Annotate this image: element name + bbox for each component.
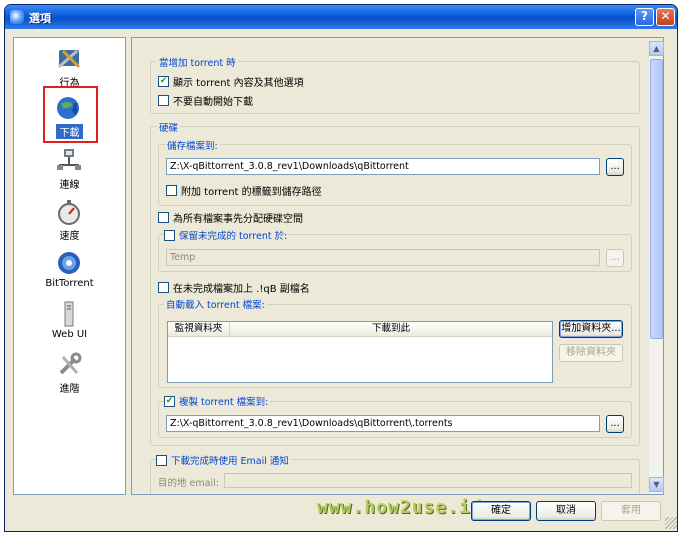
keep-incomplete-checkbox[interactable]: 保留未完成的 torrent 於: <box>164 228 290 242</box>
scroll-up-button[interactable]: ▲ <box>649 41 664 56</box>
vertical-scrollbar[interactable]: ▲ ▼ <box>648 41 664 494</box>
wrench-icon <box>59 352 82 375</box>
resize-grip[interactable] <box>665 517 677 529</box>
copy-torrent-browse-button[interactable]: ... <box>606 415 624 433</box>
checkbox-label: 為所有檔案事先分配硬碟空間 <box>173 214 303 225</box>
column-header-download-here[interactable]: 下載到此 <box>230 322 552 337</box>
append-qb-extension-checkbox[interactable]: 在未完成檔案加上 .!qB 副檔名 <box>158 280 310 295</box>
column-header-watched-folder[interactable]: 監視資料夾 <box>168 322 230 337</box>
checkbox-label: 下載完成時使用 Email 通知 <box>171 456 289 467</box>
no-autostart-checkbox[interactable]: 不要自動開始下載 <box>158 93 253 108</box>
tools-icon <box>58 49 81 69</box>
stopwatch-icon <box>58 200 80 225</box>
watched-folders-table[interactable]: 監視資料夾 下載到此 <box>167 321 553 383</box>
help-button[interactable]: ? <box>635 8 654 26</box>
sidebar-item-speed[interactable]: 速度 <box>14 195 125 245</box>
checkbox-box[interactable] <box>158 212 169 223</box>
sidebar-item-bittorrent[interactable]: BitTorrent <box>14 246 125 296</box>
save-path-input[interactable]: Z:\X-qBittorrent_3.0.8_rev1\Downloads\qB… <box>166 158 600 175</box>
copy-torrent-path-input[interactable]: Z:\X-qBittorrent_3.0.8_rev1\Downloads\qB… <box>166 415 600 432</box>
scroll-down-button[interactable]: ▼ <box>649 477 664 492</box>
sidebar-item-connection[interactable]: 連線 <box>14 144 125 194</box>
email-destination-label: 目的地 email: <box>158 478 219 489</box>
checkbox-box[interactable] <box>158 95 169 106</box>
checkbox-label: 不要自動開始下載 <box>173 97 253 108</box>
incomplete-browse-button[interactable]: ... <box>606 249 624 267</box>
checkbox-label: 在未完成檔案加上 .!qB 副檔名 <box>173 284 310 295</box>
sidebar-item-advanced[interactable]: 進階 <box>14 348 125 398</box>
scroll-thumb[interactable] <box>650 59 663 339</box>
sidebar-item-webui[interactable]: Web UI <box>14 297 125 347</box>
sidebar-item-label: 進階 <box>59 384 80 395</box>
ok-button[interactable]: 確定 <box>471 501 531 521</box>
copy-torrent-checkbox[interactable]: ✔ 複製 torrent 檔案到: <box>164 394 271 408</box>
app-icon <box>10 10 24 24</box>
email-destination-input[interactable] <box>224 473 632 488</box>
group-title: 硬碟 <box>157 120 181 134</box>
checkbox-box[interactable] <box>164 229 175 241</box>
window-title: 選項 <box>29 12 51 25</box>
checkbox-box[interactable] <box>158 282 169 293</box>
sidebar-item-label: 速度 <box>59 231 80 242</box>
options-sidebar: 行為 下載 連線 速度 BitTorrent Web UI 進階 <box>13 37 126 495</box>
sidebar-item-behavior[interactable]: 行為 <box>14 42 125 92</box>
checkbox-label: 保留未完成的 torrent 於: <box>179 231 288 242</box>
incomplete-path-input[interactable]: Temp <box>166 249 600 266</box>
sidebar-item-label: 連線 <box>59 180 80 191</box>
sidebar-item-label: BitTorrent <box>45 278 94 289</box>
autoload-title: 自動載入 torrent 檔案: <box>164 297 267 311</box>
options-panel: 當增加 torrent 時 ✔ 顯示 torrent 內容及其他選項 不要自動開… <box>131 37 664 495</box>
checkbox-label: 顯示 torrent 內容及其他選項 <box>173 78 304 89</box>
sidebar-item-label: Web UI <box>51 329 88 340</box>
computer-tower-icon <box>64 301 74 327</box>
checkbox-box[interactable] <box>156 454 167 466</box>
show-content-checkbox[interactable]: ✔ 顯示 torrent 內容及其他選項 <box>158 74 304 89</box>
email-notify-checkbox[interactable]: 下載完成時使用 Email 通知 <box>156 453 291 467</box>
title-bar[interactable]: 選項 ? ✕ <box>5 5 677 29</box>
preallocate-checkbox[interactable]: 為所有檔案事先分配硬碟空間 <box>158 210 303 225</box>
add-folder-button[interactable]: 增加資料夾... <box>559 320 623 338</box>
close-button[interactable]: ✕ <box>656 8 675 26</box>
apply-button[interactable]: 套用 <box>601 501 661 521</box>
append-label-checkbox[interactable]: 附加 torrent 的標籤到儲存路徑 <box>166 183 322 198</box>
save-path-browse-button[interactable]: ... <box>606 158 624 176</box>
checkbox-label: 附加 torrent 的標籤到儲存路徑 <box>181 187 322 198</box>
group-title: 儲存檔案到: <box>165 138 220 152</box>
checkbox-box[interactable]: ✔ <box>158 76 169 87</box>
group-title: 當增加 torrent 時 <box>157 55 238 69</box>
remove-folder-button[interactable]: 移除資料夾 <box>559 344 623 362</box>
checkbox-label: 複製 torrent 檔案到: <box>179 397 269 408</box>
table-header: 監視資料夾 下載到此 <box>168 322 552 337</box>
bittorrent-icon <box>58 252 80 274</box>
highlight-box <box>43 86 98 143</box>
checkbox-box[interactable]: ✔ <box>164 395 175 407</box>
checkbox-box[interactable] <box>166 185 177 196</box>
cancel-button[interactable]: 取消 <box>536 501 596 521</box>
network-icon <box>57 149 81 170</box>
options-window: 選項 ? ✕ 行為 下載 連線 速度 BitTorrent Web UI 進階 … <box>4 4 678 532</box>
